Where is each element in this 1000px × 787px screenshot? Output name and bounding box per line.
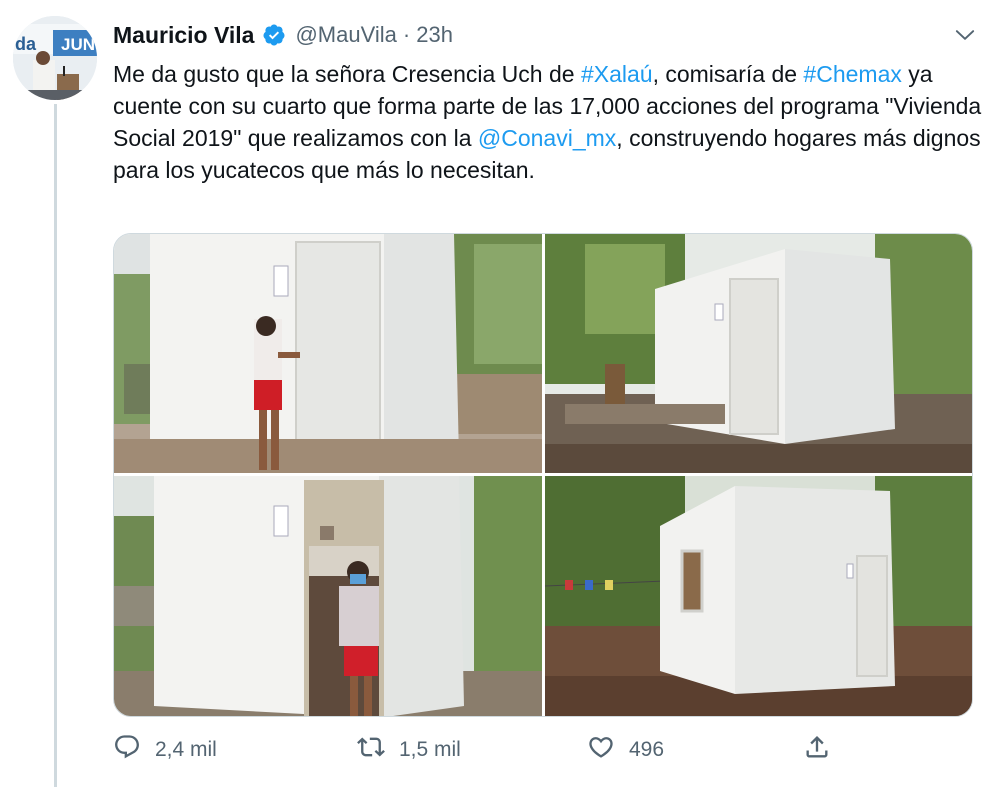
- avatar-photo: JUN da: [13, 16, 97, 100]
- reply-button[interactable]: 2,4 mil: [113, 730, 217, 770]
- photo-woman-at-door[interactable]: [114, 234, 542, 473]
- author-handle[interactable]: @MauVila: [295, 22, 396, 48]
- verified-badge-icon: [262, 23, 286, 47]
- tweet-text: Me da gusto que la señora Cresencia Uch …: [113, 58, 983, 186]
- author-name[interactable]: Mauricio Vila: [113, 22, 254, 49]
- thread-line: [54, 104, 57, 787]
- like-button[interactable]: 496: [587, 730, 664, 770]
- author-avatar[interactable]: JUN da: [13, 16, 97, 100]
- photo-room-with-window[interactable]: [545, 476, 972, 716]
- avatar-banner-text-left: da: [15, 34, 37, 54]
- heart-icon: [587, 733, 615, 767]
- mention-link[interactable]: @Conavi_mx: [478, 125, 616, 151]
- tweet-text-part: Me da gusto que la señora Cresencia Uch …: [113, 61, 581, 87]
- like-count: 496: [629, 738, 665, 761]
- reply-count: 2,4 mil: [155, 738, 217, 761]
- chevron-down-icon[interactable]: [952, 22, 978, 48]
- tweet[interactable]: JUN da Mauricio Vila @MauVila · 23h Me d…: [0, 0, 1000, 787]
- hashtag-link[interactable]: #Xalaú: [581, 61, 653, 87]
- share-icon: [803, 733, 831, 767]
- photo-woman-in-doorway[interactable]: [114, 476, 542, 716]
- tweet-actions: 2,4 mil 1,5 mil 496: [113, 730, 843, 770]
- tweet-header: Mauricio Vila @MauVila · 23h: [113, 18, 453, 52]
- hashtag-link[interactable]: #Chemax: [803, 61, 901, 87]
- reply-icon: [113, 733, 141, 767]
- header-separator: ·: [402, 22, 411, 47]
- photo-room-exterior[interactable]: [545, 234, 972, 473]
- retweet-icon: [357, 733, 385, 767]
- retweet-count: 1,5 mil: [399, 738, 461, 761]
- media-grid: [113, 233, 973, 717]
- avatar-banner-text: JUN: [61, 35, 95, 54]
- tweet-timestamp[interactable]: 23h: [416, 22, 453, 48]
- tweet-text-part: , comisaría de: [652, 61, 804, 87]
- share-button[interactable]: [803, 730, 831, 770]
- retweet-button[interactable]: 1,5 mil: [357, 730, 461, 770]
